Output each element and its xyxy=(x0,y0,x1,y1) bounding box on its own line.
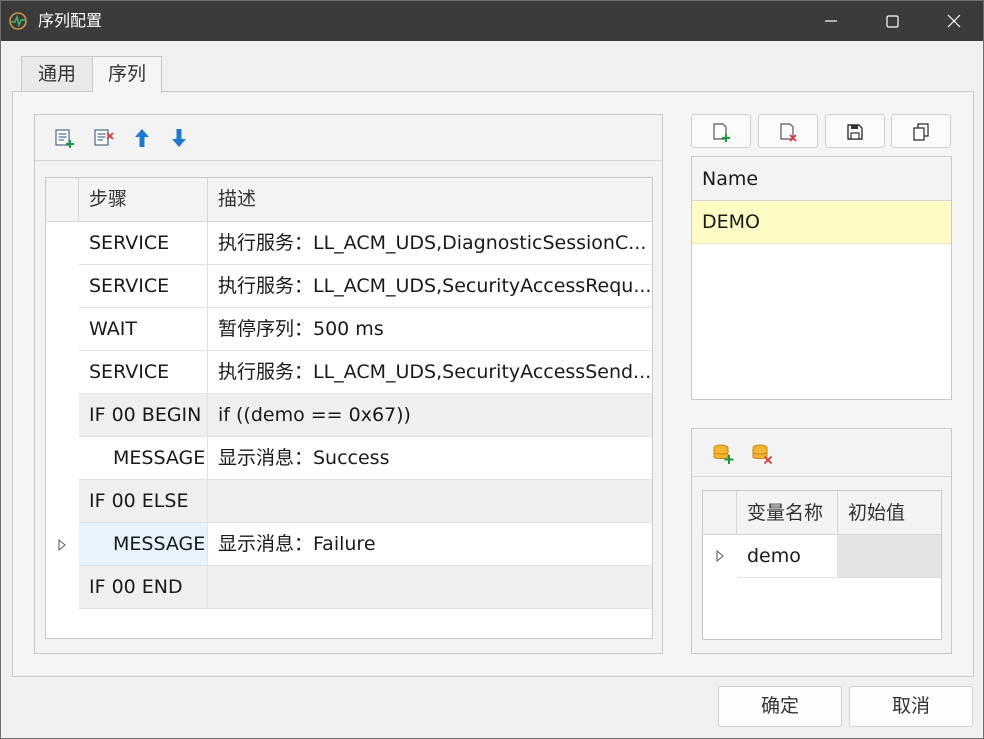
column-header-description[interactable]: 描述 xyxy=(208,178,652,221)
description-cell[interactable] xyxy=(208,480,652,523)
variables-toolbar xyxy=(692,429,951,477)
step-cell[interactable]: SERVICE xyxy=(79,222,208,265)
step-cell[interactable]: IF 00 BEGIN xyxy=(79,394,208,437)
row-indicator[interactable] xyxy=(46,523,79,566)
tab-general[interactable]: 通用 xyxy=(21,56,93,92)
table-row[interactable]: IF 00 END xyxy=(46,566,652,609)
steps-toolbar xyxy=(35,115,662,161)
variable-initial-value-cell[interactable] xyxy=(838,535,941,578)
copy-sequence-button[interactable] xyxy=(891,114,951,148)
step-cell[interactable]: SERVICE xyxy=(79,351,208,394)
minimize-button[interactable] xyxy=(801,1,861,41)
description-cell[interactable]: if ((demo == 0x67)) xyxy=(208,394,652,437)
close-icon xyxy=(947,14,961,28)
maximize-icon xyxy=(886,15,899,28)
step-cell[interactable]: MESSAGE xyxy=(79,523,208,566)
table-row[interactable]: IF 00 BEGIN if ((demo == 0x67)) xyxy=(46,394,652,437)
save-sequence-button[interactable] xyxy=(825,114,885,148)
current-row-arrow-icon xyxy=(58,539,66,551)
dialog-window: 序列配置 通用 序列 步骤 描述 SERVICE 执行服务：LL_ACM_UDS… xyxy=(0,0,984,739)
description-cell[interactable]: 执行服务：LL_ACM_UDS,DiagnosticSessionC... xyxy=(208,222,652,265)
steps-table-header: 步骤 描述 xyxy=(46,178,652,222)
table-row[interactable]: SERVICE 执行服务：LL_ACM_UDS,SecurityAccessReq… xyxy=(46,265,652,308)
new-sequence-button[interactable] xyxy=(691,114,751,148)
column-header-initial-value[interactable]: 初始值 xyxy=(838,491,941,535)
maximize-button[interactable] xyxy=(862,1,922,41)
sequence-item-demo[interactable]: DEMO xyxy=(692,201,951,244)
new-sequence-icon xyxy=(713,123,730,142)
column-header-step[interactable]: 步骤 xyxy=(79,178,208,221)
table-row[interactable]: IF 00 ELSE xyxy=(46,480,652,523)
table-row[interactable]: MESSAGE 显示消息：Success xyxy=(46,437,652,480)
step-cell[interactable]: MESSAGE xyxy=(79,437,208,480)
variables-header-corner xyxy=(703,491,737,535)
remove-step-icon[interactable] xyxy=(93,127,115,149)
row-indicator[interactable] xyxy=(46,437,79,480)
add-variable-icon[interactable] xyxy=(712,443,734,465)
move-down-icon[interactable] xyxy=(168,127,190,149)
variable-row-indicator[interactable] xyxy=(703,535,737,578)
table-row[interactable]: MESSAGE 显示消息：Failure xyxy=(46,523,652,566)
save-icon xyxy=(847,124,863,140)
step-cell[interactable]: IF 00 ELSE xyxy=(79,480,208,523)
header-corner xyxy=(46,178,79,221)
window-title: 序列配置 xyxy=(38,11,103,30)
description-cell[interactable]: 执行服务：LL_ACM_UDS,SecurityAccessSend... xyxy=(208,351,652,394)
description-cell[interactable]: 执行服务：LL_ACM_UDS,SecurityAccessRequ... xyxy=(208,265,652,308)
row-indicator[interactable] xyxy=(46,351,79,394)
row-indicator[interactable] xyxy=(46,308,79,351)
step-cell[interactable]: IF 00 END xyxy=(79,566,208,609)
steps-table: 步骤 描述 SERVICE 执行服务：LL_ACM_UDS,DiagnosticS… xyxy=(45,177,653,639)
move-up-icon[interactable] xyxy=(131,127,153,149)
ok-button[interactable]: 确定 xyxy=(718,686,842,727)
remove-variable-icon[interactable] xyxy=(751,443,773,465)
variables-table: 变量名称 初始值 demo xyxy=(702,490,942,640)
row-indicator[interactable] xyxy=(46,566,79,609)
variables-panel: 变量名称 初始值 demo xyxy=(691,428,952,654)
close-button[interactable] xyxy=(923,1,983,41)
delete-sequence-icon xyxy=(780,123,797,142)
table-row[interactable]: WAIT 暂停序列：500 ms xyxy=(46,308,652,351)
expand-arrow-icon xyxy=(716,550,724,562)
add-step-icon[interactable] xyxy=(54,127,76,149)
table-row[interactable]: SERVICE 执行服务：LL_ACM_UDS,SecurityAccessSen… xyxy=(46,351,652,394)
row-indicator[interactable] xyxy=(46,394,79,437)
variable-name-cell[interactable]: demo xyxy=(737,535,838,578)
description-cell[interactable] xyxy=(208,566,652,609)
row-indicator[interactable] xyxy=(46,222,79,265)
title-bar: 序列配置 xyxy=(1,1,983,41)
description-cell[interactable]: 显示消息：Success xyxy=(208,437,652,480)
description-cell[interactable]: 暂停序列：500 ms xyxy=(208,308,652,351)
step-cell[interactable]: SERVICE xyxy=(79,265,208,308)
cancel-button[interactable]: 取消 xyxy=(849,686,973,727)
minimize-icon xyxy=(825,20,837,22)
app-icon xyxy=(9,12,27,30)
steps-panel: 步骤 描述 SERVICE 执行服务：LL_ACM_UDS,DiagnosticS… xyxy=(34,114,663,654)
copy-icon xyxy=(913,123,929,141)
description-cell[interactable]: 显示消息：Failure xyxy=(208,523,652,566)
sequence-list-header[interactable]: Name xyxy=(692,157,951,201)
step-cell[interactable]: WAIT xyxy=(79,308,208,351)
sequence-list: Name DEMO xyxy=(691,156,952,400)
delete-sequence-button[interactable] xyxy=(758,114,818,148)
table-row[interactable]: SERVICE 执行服务：LL_ACM_UDS,DiagnosticSession… xyxy=(46,222,652,265)
column-header-variable-name[interactable]: 变量名称 xyxy=(737,491,838,535)
row-indicator[interactable] xyxy=(46,265,79,308)
row-indicator[interactable] xyxy=(46,480,79,523)
tab-sequence[interactable]: 序列 xyxy=(92,56,162,93)
